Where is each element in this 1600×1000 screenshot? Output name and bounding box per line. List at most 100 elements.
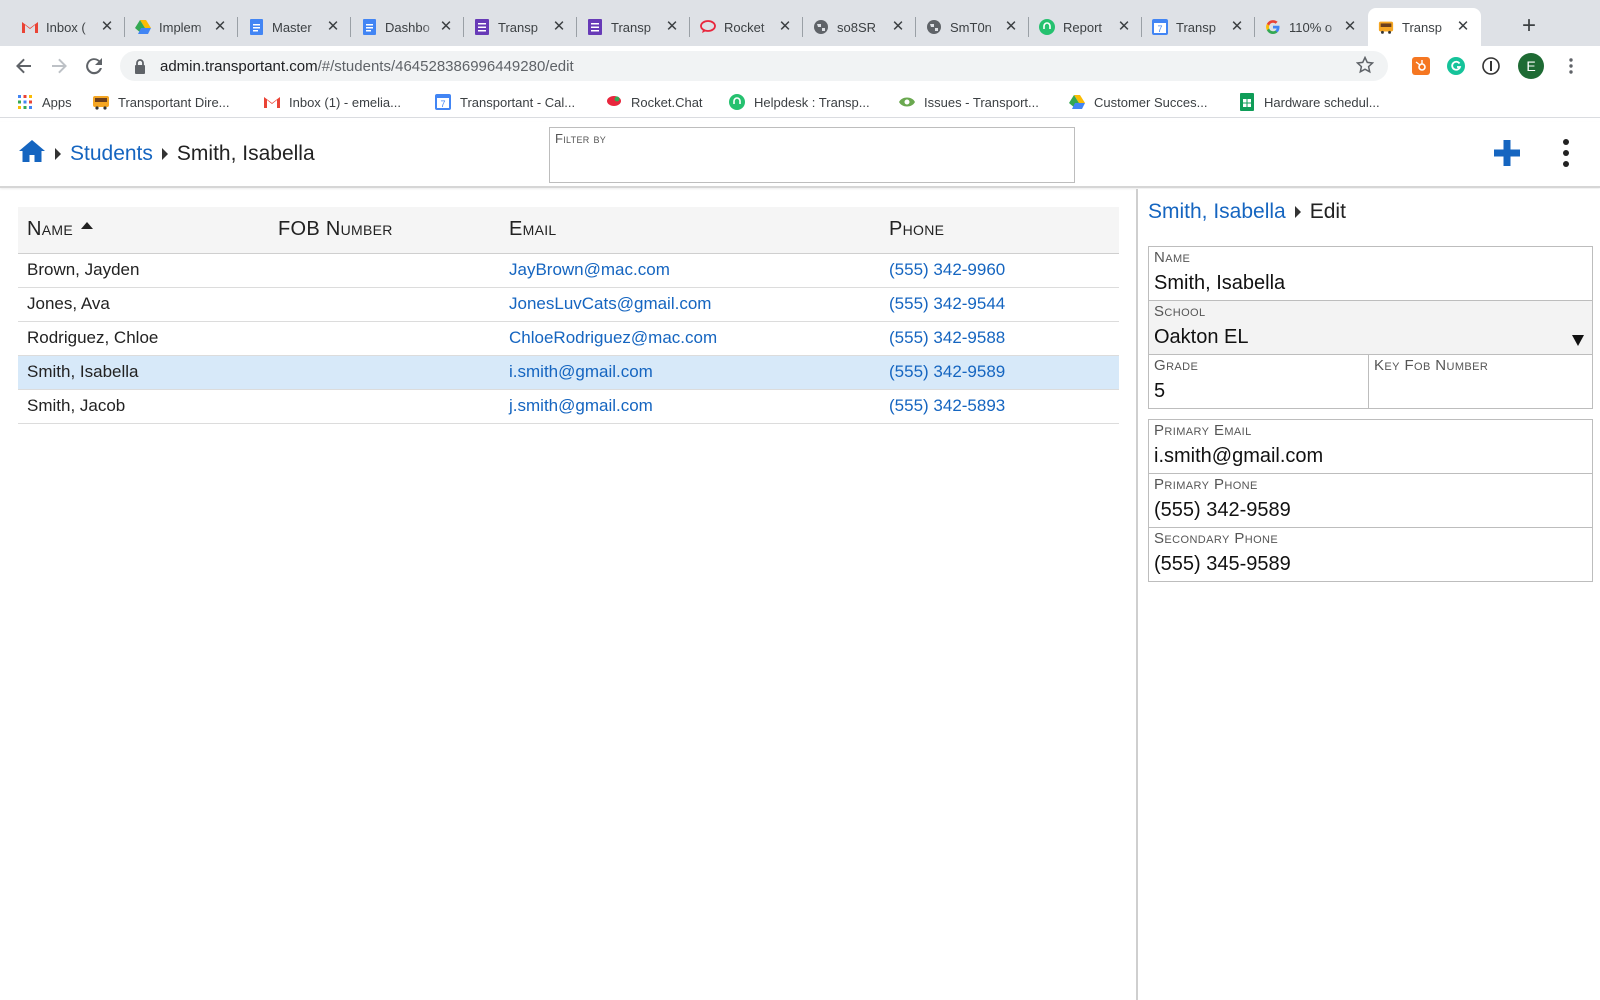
bookmark-item[interactable]: Transportant Dire... — [92, 92, 230, 112]
close-icon[interactable]: ✕ — [1229, 19, 1245, 35]
cell-email-link[interactable]: JayBrown@mac.com — [509, 260, 670, 279]
cell-email-link[interactable]: ChloeRodriguez@mac.com — [509, 328, 717, 347]
primary-phone-field[interactable]: Primary Phone (555) 342-9589 — [1148, 473, 1593, 528]
school-select[interactable]: School Oakton EL — [1148, 300, 1593, 355]
close-icon[interactable]: ✕ — [551, 19, 567, 35]
browser-tab[interactable]: Inbox ( ✕ — [12, 8, 125, 46]
close-icon[interactable]: ✕ — [1455, 19, 1471, 35]
close-icon[interactable]: ✕ — [99, 19, 115, 35]
browser-tab[interactable]: 7 Transp ✕ — [1142, 8, 1255, 46]
key-fob-field[interactable]: Key Fob Number — [1368, 354, 1593, 409]
browser-tab[interactable]: 110% o ✕ — [1255, 8, 1368, 46]
cell-phone-link[interactable]: (555) 342-9960 — [889, 260, 1005, 279]
cell-email-link[interactable]: JonesLuvCats@gmail.com — [509, 294, 711, 313]
browser-tab[interactable]: Rocket ✕ — [690, 8, 803, 46]
bookmark-item[interactable]: Issues - Transport... — [898, 92, 1039, 112]
close-icon[interactable]: ✕ — [1116, 19, 1132, 35]
cell-phone-link[interactable]: (555) 342-9588 — [889, 328, 1005, 347]
gmail-icon — [22, 19, 38, 35]
secondary-phone-field[interactable]: Secondary Phone (555) 345-9589 — [1148, 527, 1593, 582]
primary-email-value[interactable]: i.smith@gmail.com — [1154, 440, 1587, 472]
column-header-name[interactable]: Name — [18, 207, 269, 253]
browser-tab-title: so8SR — [837, 19, 877, 35]
more-menu-button[interactable] — [1556, 136, 1576, 170]
browser-tab-title: Transp — [1176, 19, 1216, 35]
table-row-selected[interactable]: Smith, Isabella i.smith@gmail.com (555) … — [18, 355, 1119, 389]
browser-tab[interactable]: Dashbo ✕ — [351, 8, 464, 46]
secondary-phone-value[interactable]: (555) 345-9589 — [1154, 548, 1587, 580]
bookmark-label: Issues - Transport... — [924, 94, 1039, 110]
school-select-value[interactable]: Oakton EL — [1154, 321, 1587, 353]
bookmark-item[interactable]: Customer Succes... — [1068, 92, 1207, 112]
browser-tab[interactable]: Report ✕ — [1029, 8, 1142, 46]
reload-icon[interactable] — [82, 54, 106, 78]
cell-fob — [269, 253, 500, 287]
filter-input[interactable] — [555, 146, 1069, 172]
browser-tab[interactable]: Transp ✕ — [577, 8, 690, 46]
star-icon[interactable] — [1355, 55, 1375, 78]
dropdown-arrow-icon[interactable] — [1572, 335, 1584, 346]
column-header-email[interactable]: Email — [500, 207, 880, 253]
table-row[interactable]: Rodriguez, Chloe ChloeRodriguez@mac.com … — [18, 321, 1119, 355]
svg-text:7: 7 — [440, 99, 445, 109]
bookmark-item[interactable]: Rocket.Chat — [605, 92, 703, 112]
primary-email-field[interactable]: Primary Email i.smith@gmail.com — [1148, 419, 1593, 474]
new-tab-button[interactable]: + — [1516, 14, 1542, 40]
grade-field[interactable]: Grade 5 — [1148, 354, 1369, 409]
close-icon[interactable]: ✕ — [1342, 19, 1358, 35]
browser-menu-icon[interactable] — [1560, 55, 1582, 77]
back-icon[interactable] — [12, 54, 36, 78]
browser-tab[interactable]: so8SR ✕ — [803, 8, 916, 46]
bookmark-apps[interactable]: Apps — [16, 92, 72, 112]
table-row[interactable]: Smith, Jacob j.smith@gmail.com (555) 342… — [18, 389, 1119, 423]
bookmark-item[interactable]: Hardware schedul... — [1238, 92, 1380, 112]
cell-phone-link[interactable]: (555) 342-9544 — [889, 294, 1005, 313]
table-row[interactable]: Brown, Jayden JayBrown@mac.com (555) 342… — [18, 253, 1119, 287]
browser-tab[interactable]: SmT0n ✕ — [916, 8, 1029, 46]
close-icon[interactable]: ✕ — [438, 19, 454, 35]
issues-icon — [898, 93, 916, 111]
home-icon[interactable] — [18, 139, 46, 169]
close-icon[interactable]: ✕ — [212, 19, 228, 35]
password-manager-icon[interactable] — [1480, 55, 1502, 77]
grade-field-value[interactable]: 5 — [1154, 375, 1363, 407]
name-field[interactable]: Name Smith, Isabella — [1148, 246, 1593, 301]
close-icon[interactable]: ✕ — [777, 19, 793, 35]
edit-breadcrumb-student-link[interactable]: Smith, Isabella — [1148, 200, 1286, 224]
browser-tab[interactable]: Master ✕ — [238, 8, 351, 46]
close-icon[interactable]: ✕ — [325, 19, 341, 35]
filter-box[interactable]: Filter by — [549, 127, 1075, 183]
cell-phone-link[interactable]: (555) 342-5893 — [889, 396, 1005, 415]
edit-breadcrumb: Smith, Isabella Edit — [1148, 197, 1346, 227]
primary-phone-value[interactable]: (555) 342-9589 — [1154, 494, 1587, 526]
table-row[interactable]: Jones, Ava JonesLuvCats@gmail.com (555) … — [18, 287, 1119, 321]
cell-email-link[interactable]: j.smith@gmail.com — [509, 396, 653, 415]
breadcrumb-students-link[interactable]: Students — [70, 142, 153, 166]
bookmark-item[interactable]: Helpdesk : Transp... — [728, 92, 870, 112]
name-field-value[interactable]: Smith, Isabella — [1154, 267, 1587, 299]
close-icon[interactable]: ✕ — [890, 19, 906, 35]
forward-icon[interactable] — [47, 54, 71, 78]
grammarly-icon[interactable] — [1445, 55, 1467, 77]
bookmark-item[interactable]: 7 Transportant - Cal... — [434, 92, 575, 112]
address-bar[interactable]: admin.transportant.com/#/students/464528… — [120, 51, 1388, 81]
primary-email-label: Primary Email — [1154, 422, 1252, 439]
browser-tab[interactable]: Implem ✕ — [125, 8, 238, 46]
bookmark-item[interactable]: Inbox (1) - emelia... — [263, 92, 401, 112]
docs-icon — [248, 19, 264, 35]
browser-tab-active[interactable]: Transp ✕ — [1368, 8, 1481, 46]
cell-phone-link[interactable]: (555) 342-9589 — [889, 362, 1005, 381]
svg-text:7: 7 — [1157, 24, 1162, 34]
profile-avatar[interactable]: E — [1518, 53, 1544, 79]
browser-tab[interactable]: Transp ✕ — [464, 8, 577, 46]
close-icon[interactable]: ✕ — [1003, 19, 1019, 35]
column-header-phone[interactable]: Phone — [880, 207, 1119, 253]
hubspot-icon[interactable] — [1410, 55, 1432, 77]
rocketchat-icon — [605, 93, 623, 111]
cell-email-link[interactable]: i.smith@gmail.com — [509, 362, 653, 381]
close-icon[interactable]: ✕ — [664, 19, 680, 35]
column-header-fob[interactable]: FOB Number — [269, 207, 500, 253]
add-student-button[interactable] — [1492, 138, 1522, 168]
drive-icon — [135, 19, 151, 35]
browser-tab-title: Transp — [498, 19, 538, 35]
